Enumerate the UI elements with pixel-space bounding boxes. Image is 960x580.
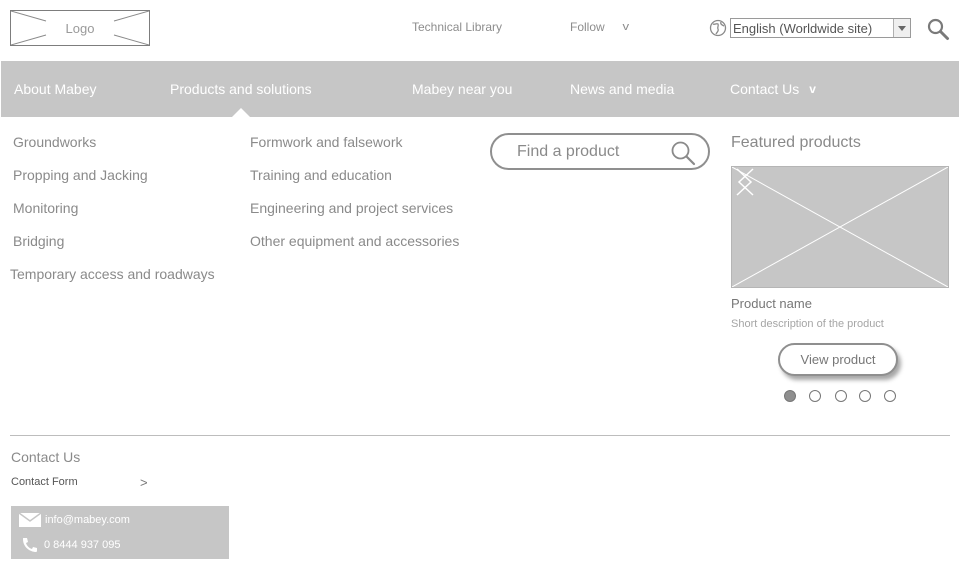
nav-item-about-mabey[interactable]: About Mabey: [14, 61, 97, 117]
nav-item-mabey-near-you[interactable]: Mabey near you: [412, 61, 512, 117]
contact-info-box: info@mabey.com 0 8444 937 095: [11, 506, 229, 559]
menu-link-bridging[interactable]: Bridging: [13, 233, 64, 249]
divider: [10, 435, 950, 436]
contact-form-link[interactable]: Contact Form: [11, 476, 78, 488]
search-icon[interactable]: [926, 17, 950, 41]
phone-row[interactable]: 0 8444 937 095: [11, 537, 120, 553]
language-select-value: English (Worldwide site): [733, 20, 873, 36]
technical-library-link[interactable]: Technical Library: [412, 20, 502, 34]
envelope-icon: [18, 512, 42, 527]
menu-link-training-and-education[interactable]: Training and education: [250, 167, 392, 183]
featured-product-image: [731, 166, 949, 288]
nav-item-contact-us-label: Contact Us: [730, 81, 800, 97]
carousel-dot[interactable]: [884, 390, 896, 402]
chevron-down-icon: v: [809, 82, 816, 96]
carousel-dot[interactable]: [859, 390, 871, 402]
view-product-button[interactable]: View product: [778, 343, 898, 376]
email-row[interactable]: info@mabey.com: [11, 511, 130, 529]
image-placeholder-graphic: [732, 167, 948, 287]
search-icon[interactable]: [670, 140, 696, 166]
find-product-search-input[interactable]: Find a product: [490, 133, 710, 170]
carousel-dot[interactable]: [784, 390, 796, 402]
globe-icon: [709, 19, 727, 37]
product-description: Short description of the product: [731, 318, 884, 330]
find-product-placeholder: Find a product: [517, 143, 620, 160]
carousel-dot[interactable]: [809, 390, 821, 402]
contact-form-arrow[interactable]: >: [140, 475, 148, 490]
language-select[interactable]: English (Worldwide site): [730, 18, 911, 38]
menu-link-temporary-access[interactable]: Temporary access and roadways: [10, 266, 215, 282]
menu-link-monitoring[interactable]: Monitoring: [13, 200, 78, 216]
menu-link-groundworks[interactable]: Groundworks: [13, 134, 96, 150]
dropdown-arrow-icon: [893, 19, 910, 37]
logo[interactable]: Logo: [10, 10, 150, 46]
logo-label: Logo: [61, 20, 99, 36]
phone-icon: [23, 538, 37, 552]
active-menu-caret: [232, 108, 250, 117]
footer-contact-title: Contact Us: [11, 449, 81, 465]
chevron-right-icon[interactable]: [732, 167, 754, 197]
follow-label: Follow: [570, 20, 605, 34]
nav-item-news-and-media[interactable]: News and media: [570, 61, 674, 117]
menu-link-other-equipment[interactable]: Other equipment and accessories: [250, 233, 459, 249]
main-navigation: About Mabey Products and solutions Mabey…: [1, 61, 959, 117]
menu-link-propping-and-jacking[interactable]: Propping and Jacking: [13, 167, 148, 183]
product-name: Product name: [731, 296, 812, 311]
phone-number[interactable]: 0 8444 937 095: [44, 539, 120, 551]
featured-products-title: Featured products: [731, 134, 861, 151]
email-address[interactable]: info@mabey.com: [45, 514, 130, 526]
nav-item-contact-us[interactable]: Contact Us v: [730, 61, 816, 117]
menu-link-formwork-and-falsework[interactable]: Formwork and falsework: [250, 134, 403, 150]
menu-link-engineering-and-project-services[interactable]: Engineering and project services: [250, 200, 453, 216]
chevron-down-icon: v: [622, 21, 629, 33]
follow-dropdown[interactable]: Follow v: [570, 20, 629, 34]
carousel-dot[interactable]: [835, 390, 847, 402]
